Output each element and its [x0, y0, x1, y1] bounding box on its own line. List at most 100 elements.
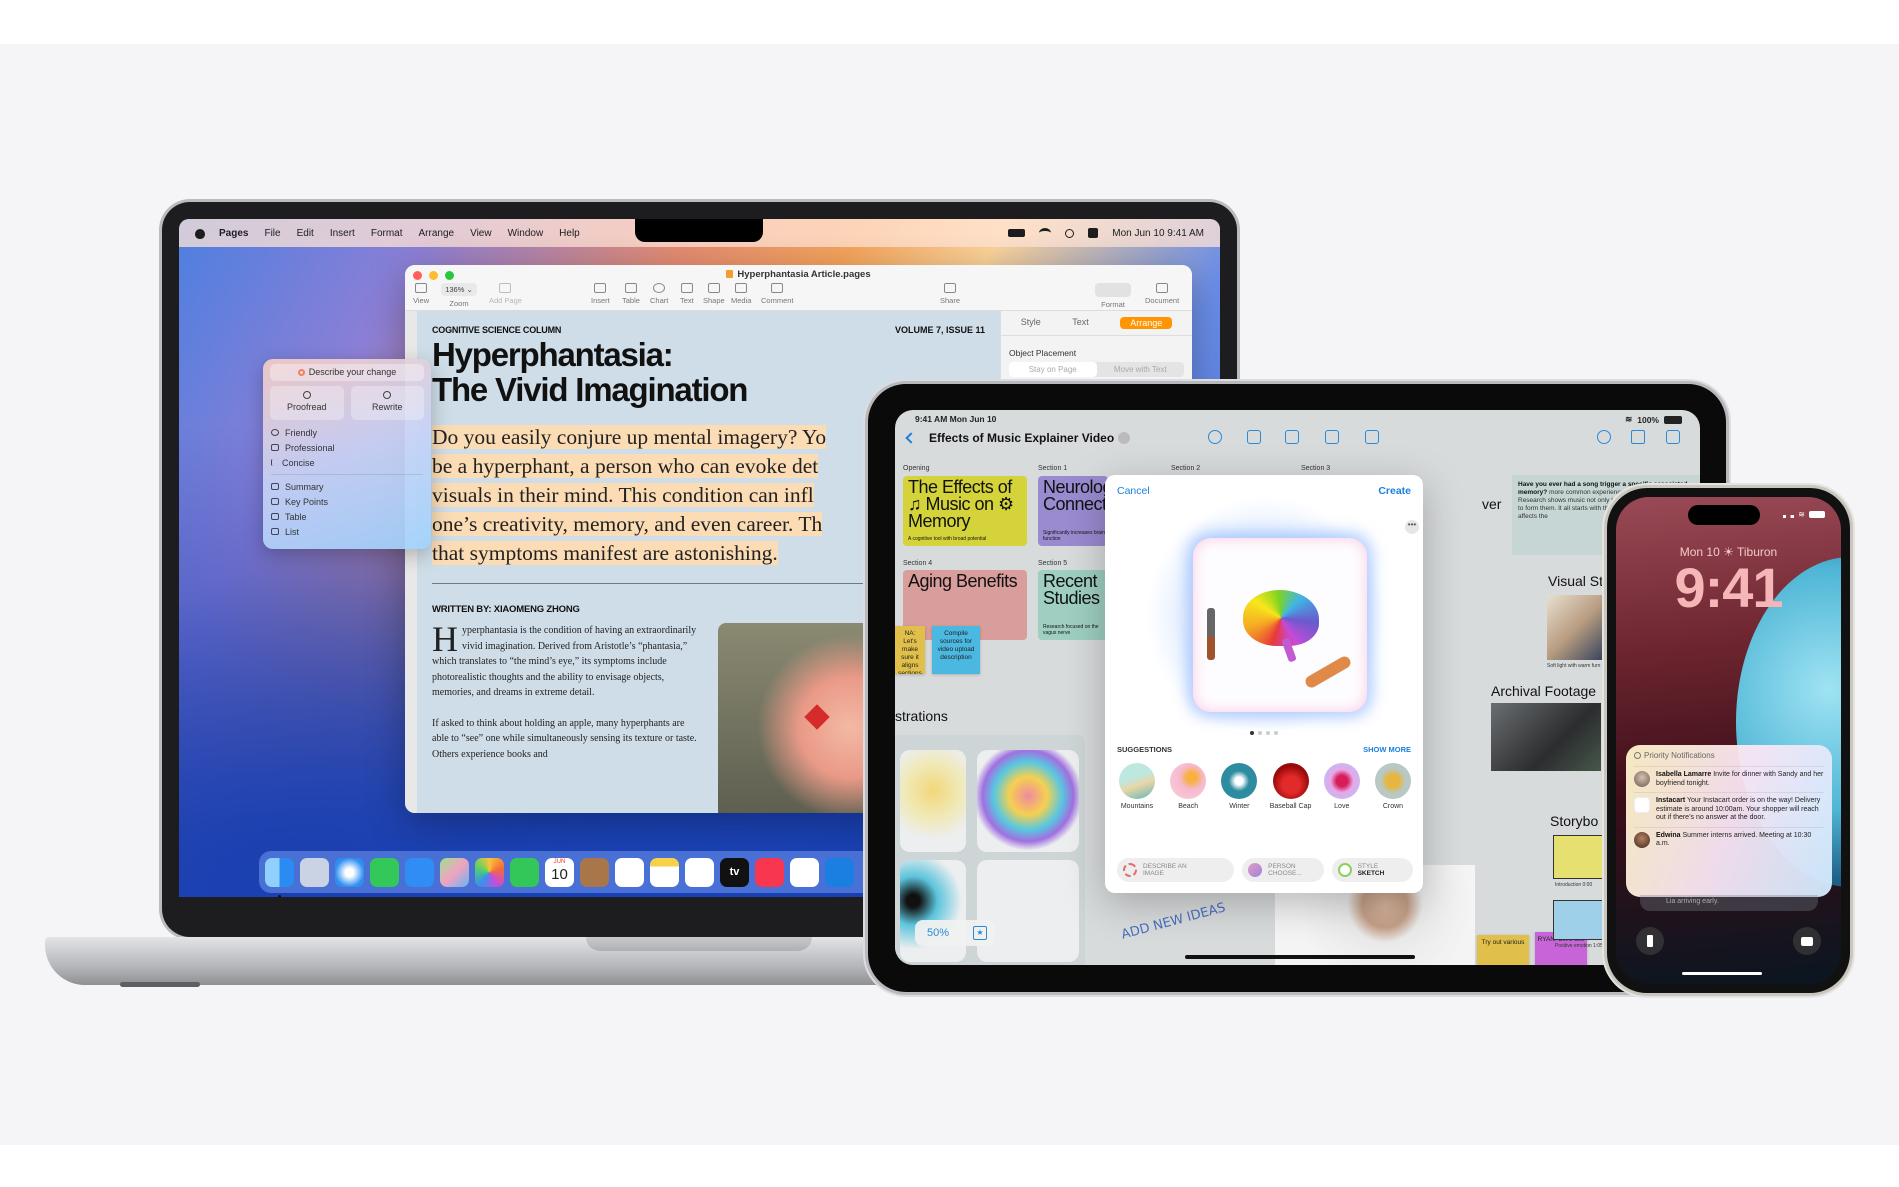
board-title[interactable]: Effects of Music Explainer Video — [929, 431, 1131, 445]
illustration-headphones[interactable] — [900, 750, 966, 852]
dock-keynote[interactable] — [825, 857, 854, 887]
page-dot[interactable] — [1266, 731, 1270, 735]
dock-photos[interactable] — [475, 857, 504, 887]
illustration-rainbow-hair[interactable] — [977, 750, 1079, 852]
sticky-note[interactable]: Try out various — [1477, 935, 1529, 965]
back-chevron-icon[interactable] — [905, 432, 917, 444]
spotlight-icon[interactable] — [1065, 228, 1075, 238]
format-key-points[interactable]: Key Points — [271, 494, 423, 509]
notification[interactable]: Instacart Your Instacart order is on the… — [1634, 792, 1824, 827]
sticky-note[interactable]: Compile sources for video upload descrip… — [932, 626, 980, 674]
dock-safari[interactable] — [335, 857, 364, 887]
proofread-button[interactable]: Proofread — [270, 386, 344, 420]
toolbar-comment[interactable]: Comment — [761, 283, 794, 305]
card-section-1[interactable]: Neurolog Connect Significantly increases … — [1038, 476, 1108, 546]
stacked-notification[interactable]: Lia arriving early. — [1640, 895, 1818, 911]
dock-reminders[interactable] — [615, 857, 644, 887]
menu-file[interactable]: File — [264, 228, 280, 239]
format-summary[interactable]: Summary — [271, 479, 423, 494]
tone-concise[interactable]: Concise — [271, 455, 423, 470]
zoom-select[interactable]: 136% ⌄ — [441, 283, 477, 296]
describe-image-button[interactable]: DESCRIBE AN IMAGE — [1117, 858, 1235, 882]
chevron-down-icon[interactable] — [1118, 432, 1131, 444]
dock-maps[interactable] — [440, 857, 469, 887]
dock-tv[interactable]: tv — [720, 857, 749, 887]
generated-image[interactable] — [1193, 538, 1367, 712]
toolbar-add-page[interactable]: Add Page — [489, 283, 522, 305]
zoom-level-control[interactable]: 50% ★ — [915, 920, 995, 946]
tone-friendly[interactable]: Friendly — [271, 425, 423, 440]
suggestion-winter[interactable]: Winter — [1217, 763, 1261, 810]
media-tool-icon[interactable] — [1365, 430, 1379, 444]
menu-arrange[interactable]: Arrange — [419, 228, 455, 239]
dock-calendar[interactable]: JUN 10 — [545, 857, 574, 887]
menu-format[interactable]: Format — [371, 228, 403, 239]
dock-contacts[interactable] — [580, 857, 609, 887]
create-button[interactable]: Create — [1378, 485, 1411, 497]
tab-style[interactable]: Style — [1021, 317, 1041, 329]
headline[interactable]: Hyperphantasia: The Vivid Imagination — [432, 337, 748, 407]
person-button[interactable]: PERSON CHOOSE... — [1242, 858, 1324, 882]
toolbar-shape[interactable]: Shape — [703, 283, 725, 305]
page-dot[interactable] — [1274, 731, 1278, 735]
page-dot[interactable] — [1250, 731, 1254, 735]
toolbar-document[interactable]: Document — [1145, 283, 1179, 305]
page-dot[interactable] — [1258, 731, 1262, 735]
menu-help[interactable]: Help — [559, 228, 580, 239]
dock-finder[interactable] — [265, 857, 294, 887]
storyboard-frame[interactable] — [1553, 900, 1603, 940]
dock-mail[interactable] — [405, 857, 434, 887]
priority-notifications[interactable]: Priority Notifications Isabella Lamarre … — [1626, 745, 1832, 897]
star-icon[interactable]: ★ — [973, 926, 987, 940]
toolbar-chart[interactable]: Chart — [650, 283, 668, 305]
move-with-text-option[interactable]: Move with Text — [1097, 362, 1185, 377]
suggestion-love[interactable]: Love — [1320, 763, 1364, 810]
dock-freeform[interactable] — [685, 857, 714, 887]
tone-professional[interactable]: Professional — [271, 440, 423, 455]
illustration-empty[interactable] — [977, 860, 1079, 962]
show-more-button[interactable]: SHOW MORE — [1363, 745, 1411, 754]
format-table[interactable]: Table — [271, 509, 423, 524]
more-options-button[interactable]: ••• — [1405, 520, 1419, 534]
toolbar-text[interactable]: Text — [680, 283, 694, 305]
style-button[interactable]: STYLE SKETCH — [1331, 858, 1413, 882]
menu-view[interactable]: View — [470, 228, 492, 239]
text-tool-icon[interactable] — [1325, 430, 1339, 444]
cancel-button[interactable]: Cancel — [1117, 485, 1150, 497]
dock-messages[interactable] — [370, 857, 399, 887]
shapes-tool-icon[interactable] — [1285, 430, 1299, 444]
card-section-5[interactable]: Recent Studies Research focused on the va… — [1038, 570, 1108, 640]
suggestion-baseball-cap[interactable]: Baseball Cap — [1269, 763, 1313, 810]
undo-icon[interactable] — [1597, 430, 1611, 444]
describe-change-input[interactable]: Describe your change — [270, 364, 424, 381]
menu-clock[interactable]: Mon Jun 10 9:41 AM — [1112, 228, 1204, 239]
handwritten-note[interactable]: ADD NEW IDEAS — [1120, 900, 1227, 942]
dock-news[interactable] — [790, 857, 819, 887]
share-icon[interactable] — [1631, 430, 1645, 444]
dock-launchpad[interactable] — [300, 857, 329, 887]
archival-footage-photo[interactable] — [1491, 703, 1601, 771]
control-center-icon[interactable] — [1088, 228, 1099, 238]
wifi-icon[interactable] — [1039, 228, 1052, 238]
toolbar-insert[interactable]: Insert — [591, 283, 610, 305]
toolbar-media[interactable]: Media — [731, 283, 751, 305]
illustration-vinyl[interactable] — [900, 860, 966, 962]
home-indicator[interactable] — [1682, 972, 1762, 975]
rewrite-button[interactable]: Rewrite — [350, 386, 424, 420]
tab-text[interactable]: Text — [1072, 317, 1089, 329]
sticky-note[interactable]: NA: Let's make sure it aligns sections — [895, 626, 925, 674]
toolbar-table[interactable]: Table — [622, 283, 640, 305]
home-indicator[interactable] — [1185, 955, 1415, 959]
battery-icon[interactable] — [1008, 229, 1026, 237]
notification[interactable]: Edwina Summer interns arrived. Meeting a… — [1634, 826, 1824, 853]
toolbar-format[interactable]: Format — [1095, 283, 1131, 309]
suggestion-crown[interactable]: Crown — [1371, 763, 1415, 810]
storyboard-frame[interactable] — [1553, 835, 1603, 879]
menu-edit[interactable]: Edit — [297, 228, 314, 239]
dock-music[interactable] — [755, 857, 784, 887]
compose-icon[interactable] — [1666, 430, 1680, 444]
menu-insert[interactable]: Insert — [330, 228, 355, 239]
flashlight-button[interactable] — [1636, 927, 1664, 955]
toolbar-zoom[interactable]: 136% ⌄ Zoom — [441, 283, 477, 308]
menu-pages[interactable]: Pages — [219, 228, 248, 239]
